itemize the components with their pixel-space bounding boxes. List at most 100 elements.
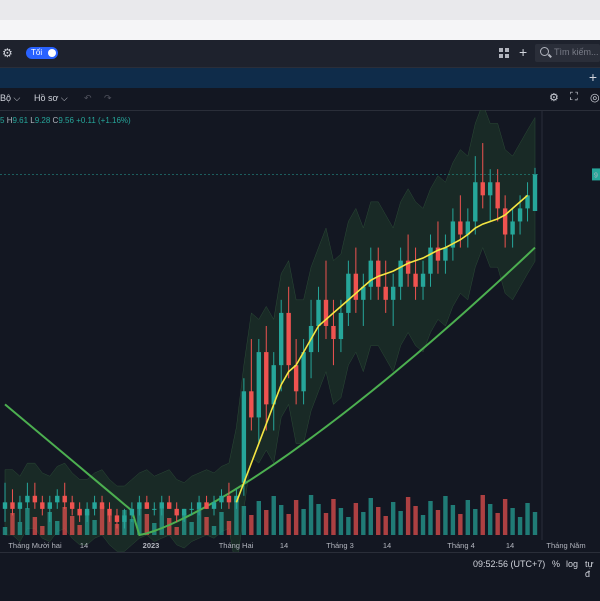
- candle-body: [495, 182, 500, 209]
- candle-body: [353, 273, 359, 300]
- volume-bar: [316, 504, 321, 535]
- candle-body: [137, 502, 142, 509]
- candle-body: [99, 502, 105, 509]
- search-placeholder: Tìm kiếm...: [554, 47, 599, 57]
- x-axis-tick-label: Tháng 3: [326, 541, 354, 550]
- fullscreen-icon[interactable]: ⛶: [570, 91, 578, 104]
- candle-body: [181, 508, 187, 516]
- volume-bar: [465, 500, 471, 535]
- candle-body: [77, 508, 82, 516]
- volume-bar: [77, 525, 82, 535]
- percent-toggle[interactable]: %: [552, 559, 560, 569]
- volume-bar: [278, 505, 284, 535]
- candle-body: [316, 299, 321, 326]
- candle-body: [458, 221, 463, 235]
- candle-body: [323, 299, 329, 326]
- log-toggle[interactable]: log: [566, 559, 578, 569]
- candle-body: [413, 273, 418, 287]
- candle-body: [10, 502, 15, 509]
- x-axis-tick-label: Tháng Mười hai: [8, 541, 62, 550]
- x-axis-tick-label: Tháng Năm: [546, 541, 585, 550]
- new-tab-icon[interactable]: +: [589, 69, 597, 85]
- snapshot-icon[interactable]: ◎: [590, 91, 600, 104]
- volume-bar: [450, 505, 456, 535]
- volume-bar: [376, 507, 381, 535]
- candle-body: [211, 502, 217, 509]
- candle-body: [226, 495, 232, 503]
- candle-body: [428, 247, 433, 274]
- volume-bar: [338, 508, 344, 535]
- bollinger-band: [4, 110, 536, 552]
- price-chart[interactable]: 9 Tháng Mười hai 14 2023 Tháng Hai 14 Tháng 3 1…: [0, 110, 600, 552]
- candle-body: [17, 502, 23, 509]
- volume-bar: [174, 527, 179, 535]
- gear-icon[interactable]: ⚙: [2, 46, 13, 60]
- x-axis-tick-label: 14: [506, 541, 514, 550]
- volume-bar: [495, 513, 500, 535]
- layout-grid-icon[interactable]: [499, 48, 509, 58]
- x-axis-tick-label: 14: [280, 541, 288, 550]
- volume-bar: [413, 506, 418, 535]
- candle-body: [196, 502, 202, 509]
- search-icon: [540, 47, 549, 56]
- volume-bar: [390, 502, 396, 535]
- volume-bar: [458, 514, 463, 535]
- volume-bar: [189, 522, 194, 535]
- volume-bar: [420, 515, 426, 535]
- candle-body: [47, 502, 52, 509]
- volume-bar: [40, 526, 45, 535]
- volume-bar: [398, 511, 403, 535]
- volume-bar: [473, 509, 478, 535]
- redo-icon[interactable]: ↷: [104, 93, 112, 104]
- candle-body: [264, 352, 269, 405]
- interval-dropdown[interactable]: Bộ ⌵: [0, 93, 20, 104]
- add-icon[interactable]: +: [519, 44, 527, 60]
- auto-toggle[interactable]: tự đ: [585, 559, 600, 579]
- volume-bar: [32, 517, 38, 535]
- volume-bar: [331, 499, 336, 535]
- candle-body: [278, 312, 284, 366]
- volume-bar: [264, 510, 269, 535]
- search-input[interactable]: Tìm kiếm...: [535, 44, 600, 62]
- volume-bar: [346, 517, 351, 535]
- candle-body: [398, 260, 403, 287]
- volume-bar: [361, 512, 366, 535]
- candle-body: [69, 502, 75, 509]
- candle-body: [368, 260, 373, 287]
- volume-bar: [323, 513, 329, 535]
- volume-bar: [532, 512, 538, 535]
- candle-body: [159, 502, 164, 509]
- volume-bar: [55, 521, 60, 535]
- volume-bar: [10, 513, 15, 535]
- candle-body: [92, 502, 97, 509]
- volume-bar: [204, 517, 209, 535]
- volume-bar: [69, 516, 75, 535]
- candle-body: [517, 208, 523, 222]
- x-axis-tick-label: 14: [383, 541, 391, 550]
- candle-body: [84, 508, 90, 516]
- volume-bar: [488, 504, 493, 535]
- volume-bar: [383, 516, 388, 535]
- candle-body: [167, 502, 172, 509]
- volume-bar: [152, 523, 157, 535]
- candle-body: [129, 508, 135, 516]
- undo-icon[interactable]: ↶: [84, 93, 92, 104]
- volume-bar: [368, 498, 373, 535]
- volume-bar: [480, 495, 485, 535]
- volume-bar: [17, 522, 23, 535]
- candle-body: [256, 352, 262, 418]
- volume-bar: [256, 501, 262, 535]
- candle-body: [293, 365, 299, 392]
- volume-bar: [308, 495, 314, 535]
- candle-body: [301, 352, 306, 392]
- volume-bar: [219, 512, 224, 535]
- candle-body: [32, 495, 38, 503]
- settings-icon[interactable]: ⚙: [549, 91, 559, 104]
- profile-dropdown[interactable]: Hồ sơ ⌵: [34, 93, 68, 104]
- volume-bar: [249, 515, 254, 535]
- candle-body: [480, 182, 485, 196]
- candle-body: [338, 312, 344, 340]
- candle-body: [346, 273, 351, 313]
- candle-body: [443, 247, 448, 261]
- theme-toggle[interactable]: Tối: [26, 47, 58, 59]
